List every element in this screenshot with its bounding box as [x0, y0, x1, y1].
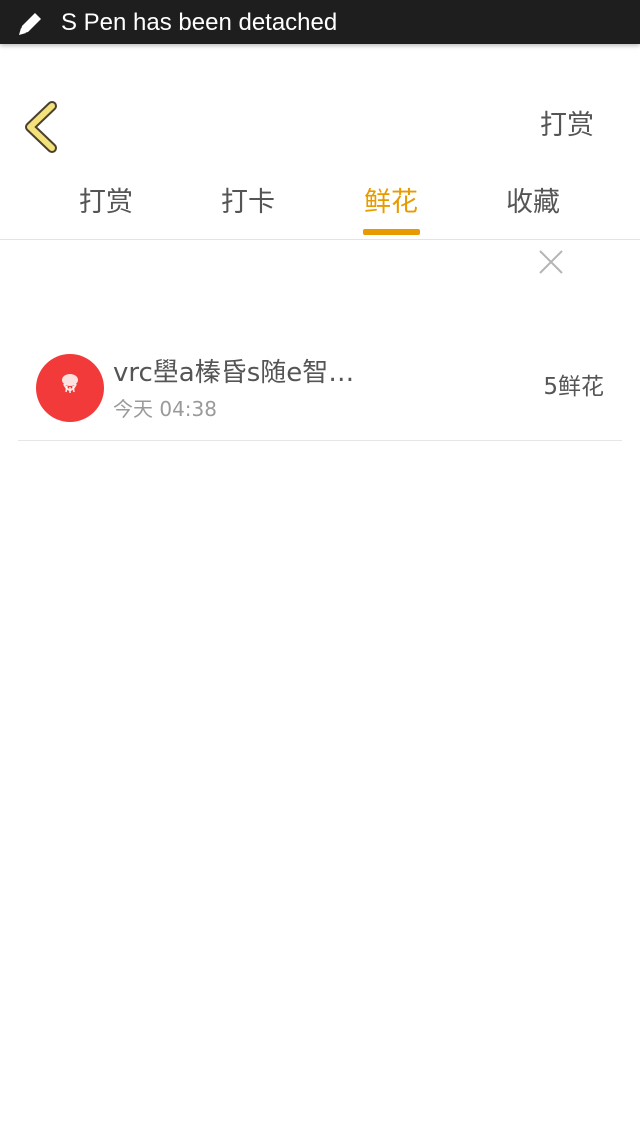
chevron-left-icon: [25, 101, 57, 153]
back-button[interactable]: [20, 100, 64, 154]
timestamp: 今天 04:38: [113, 397, 217, 421]
status-message: S Pen has been detached: [61, 9, 338, 36]
active-tab-indicator: [363, 229, 420, 235]
divider: [0, 239, 640, 240]
tab-bar: 打赏 打卡 鲜花 收藏: [0, 180, 640, 240]
row-divider: [18, 440, 622, 441]
tab-favorites[interactable]: 收藏: [493, 184, 573, 222]
pen-icon: [19, 13, 41, 35]
tab-reward[interactable]: 打赏: [66, 184, 146, 222]
status-bar: S Pen has been detached: [0, 0, 640, 44]
close-icon[interactable]: [537, 248, 565, 276]
tab-flowers[interactable]: 鲜花: [351, 184, 431, 222]
user-name: vrc壆a榛昏s随e智…: [113, 358, 355, 388]
tab-checkin[interactable]: 打卡: [208, 184, 288, 222]
list-item[interactable]: vrc壆a榛昏s随e智… 今天 04:38 5鲜花: [18, 340, 622, 441]
avatar-logo-icon: [62, 374, 78, 393]
flower-count: 5鲜花: [543, 374, 604, 400]
reward-action-button[interactable]: 打赏: [540, 108, 594, 144]
avatar: [36, 354, 104, 422]
